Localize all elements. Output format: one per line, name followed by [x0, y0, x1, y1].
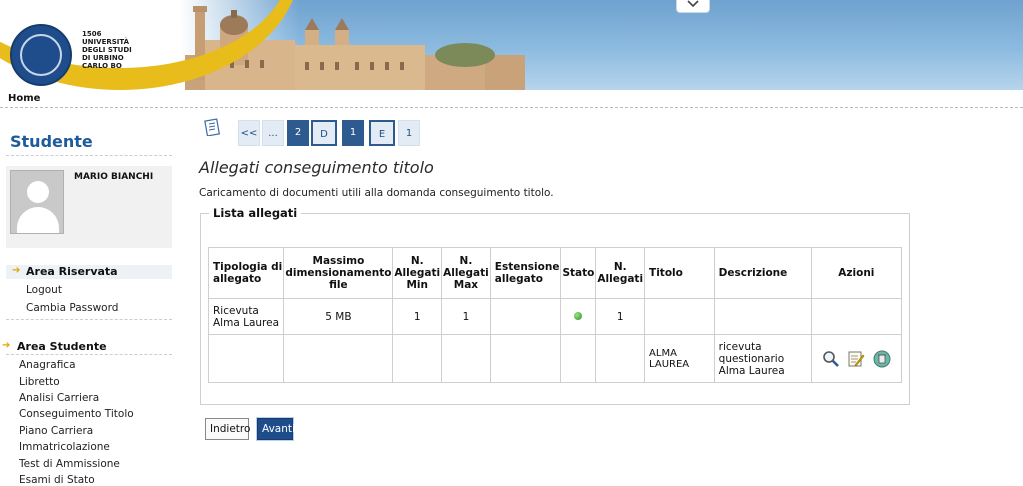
divider [6, 155, 172, 156]
cell-azioni [810, 334, 903, 383]
sidebar-item-area-studente[interactable]: ➔ Area Studente [0, 340, 172, 354]
cell-titolo [644, 298, 715, 335]
user-card: MARIO BIANCHI [6, 166, 172, 248]
university-seal-icon [10, 24, 72, 86]
step-first[interactable]: << [238, 120, 260, 146]
user-name: MARIO BIANCHI [74, 172, 154, 182]
sidebar-item-analisi-carriera[interactable]: Analisi Carriera [19, 392, 99, 404]
breadcrumb: Home [0, 90, 1023, 108]
col-max: N. Allegati Max [441, 247, 491, 299]
sidebar-item-test-ammissione[interactable]: Test di Ammissione [19, 458, 120, 470]
cell-n-allegati: 1 [595, 298, 646, 335]
col-min: N. Allegati Min [392, 247, 443, 299]
cell-max: 1 [441, 298, 491, 335]
table-row: Ricevuta Alma Laurea 5 MB 1 1 1 [207, 298, 903, 335]
breadcrumb-home-link[interactable]: Home [8, 93, 40, 104]
cell-azioni [810, 298, 903, 335]
step-ellipsis[interactable]: ... [262, 120, 284, 146]
cell-estensione [489, 298, 562, 335]
magnifier-icon[interactable] [822, 350, 840, 368]
table-header-row: Tipologia di allegato Massimo dimensiona… [207, 247, 903, 299]
university-logo-text: 1506 UNIVERSITÀ DEGLI STUDI DI URBINO CA… [82, 30, 132, 70]
cell-descrizione [713, 298, 812, 335]
step-e[interactable]: E [369, 120, 395, 146]
fieldset-legend: Lista allegati [209, 206, 302, 220]
col-stato: Stato [560, 247, 597, 299]
cell-titolo: ALMA LAUREA [644, 334, 715, 383]
sidebar-item-logout[interactable]: Logout [26, 284, 62, 296]
col-azioni: Azioni [810, 247, 903, 299]
cell-stato [560, 334, 597, 383]
sidebar-item-immatricolazione[interactable]: Immatricolazione [19, 441, 110, 453]
cell-descrizione: ricevuta questionario Alma Laurea [713, 334, 812, 383]
divider [6, 354, 172, 355]
col-descrizione: Descrizione [713, 247, 812, 299]
cell-n-allegati [595, 334, 646, 383]
sidebar-item-area-riservata[interactable]: ➔ Area Riservata [6, 265, 172, 279]
cell-tipologia [207, 334, 285, 383]
checklist-icon [204, 118, 220, 136]
cell-min: 1 [392, 298, 443, 335]
chevron-down-icon[interactable] [676, 0, 710, 13]
cell-tipologia: Ricevuta Alma Laurea [207, 298, 285, 335]
step-1-active[interactable]: 1 [342, 120, 364, 146]
status-green-icon [574, 311, 583, 320]
step-2[interactable]: 2 [287, 120, 309, 146]
step-1-next[interactable]: 1 [398, 120, 420, 146]
col-massimo: Massimo dimensionamento file [283, 247, 394, 299]
sidebar: Studente MARIO BIANCHI ➔ Area Riservata … [0, 108, 178, 486]
attachments-table: Tipologia di allegato Massimo dimensiona… [207, 247, 903, 383]
page-description: Caricamento di documenti utili alla doma… [199, 187, 554, 199]
step-d[interactable]: D [311, 120, 337, 146]
sidebar-item-conseguimento-titolo[interactable]: Conseguimento Titolo [19, 408, 134, 420]
cell-massimo: 5 MB [283, 298, 394, 335]
menu-head-label: Area Riservata [26, 265, 118, 278]
col-n-allegati: N. Allegati [595, 247, 646, 299]
cell-max [441, 334, 491, 383]
back-button[interactable]: Indietro [205, 418, 250, 440]
sidebar-item-libretto[interactable]: Libretto [19, 376, 60, 388]
col-tipologia: Tipologia di allegato [207, 247, 285, 299]
arrow-right-icon: ➔ [2, 340, 11, 351]
edit-icon[interactable] [847, 350, 865, 368]
col-estensione: Estensione allegato [489, 247, 562, 299]
attachments-fieldset: Lista allegati Tipologia di allegato Mas… [200, 206, 910, 405]
main-content: << ... 2 D 1 E 1 Allegati conseguimento … [198, 108, 1023, 486]
page-title: Allegati conseguimento titolo [199, 158, 434, 177]
next-button[interactable]: Avanti [257, 418, 295, 440]
avatar [10, 170, 64, 234]
sidebar-title: Studente [10, 132, 93, 151]
cell-estensione [489, 334, 562, 383]
menu-head-label: Area Studente [17, 340, 107, 353]
sidebar-item-piano-carriera[interactable]: Piano Carriera [19, 425, 93, 437]
cell-stato [560, 298, 597, 335]
sidebar-item-esami-di-stato[interactable]: Esami di Stato [19, 474, 95, 486]
sidebar-item-anagrafica[interactable]: Anagrafica [19, 359, 76, 371]
col-titolo: Titolo [644, 247, 715, 299]
cell-min [392, 334, 443, 383]
arrow-right-icon: ➔ [12, 265, 21, 276]
site-header: 1506 UNIVERSITÀ DEGLI STUDI DI URBINO CA… [0, 0, 1023, 90]
cell-massimo [283, 334, 394, 383]
sidebar-item-cambia-password[interactable]: Cambia Password [26, 302, 118, 314]
table-row: ALMA LAUREA ricevuta questionario Alma L… [207, 334, 903, 383]
divider [6, 319, 172, 320]
delete-icon[interactable] [873, 350, 891, 368]
